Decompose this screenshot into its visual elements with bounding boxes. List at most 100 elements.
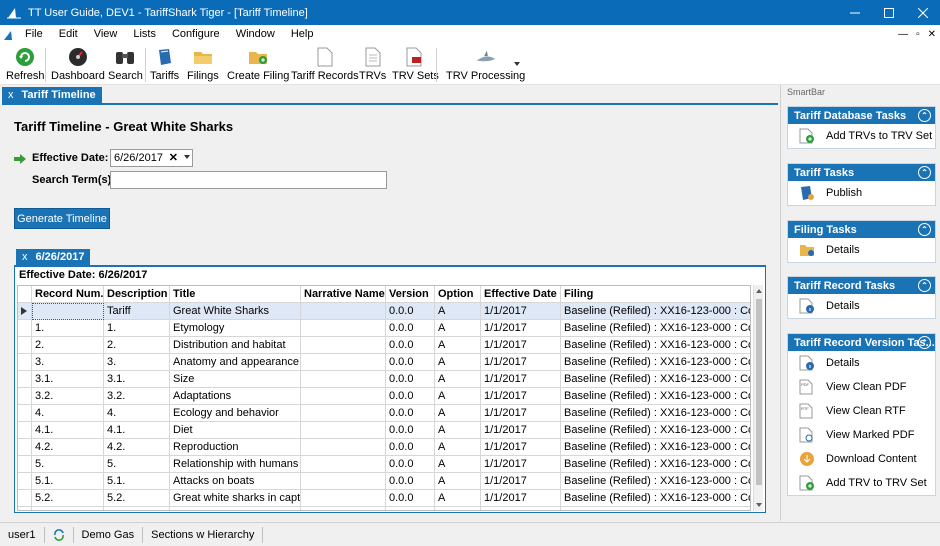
grid-cell[interactable]: Baseline (Refiled) : XX16-123-000 : Comp… xyxy=(561,439,750,456)
grid-cell[interactable]: 5. xyxy=(104,456,170,473)
table-row[interactable]: 5. 5. Relationship with humans 0.0.0 A 1/1/20… xyxy=(18,456,750,473)
column-header[interactable]: Version xyxy=(386,286,435,303)
grid-cell[interactable]: 4.1. xyxy=(104,422,170,439)
grid-cell[interactable]: 0.0.0 xyxy=(386,405,435,422)
smartbar-item[interactable]: Publish xyxy=(788,181,935,205)
grid-cell[interactable] xyxy=(301,490,386,507)
grid-cell[interactable]: 0.0.0 xyxy=(386,490,435,507)
menu-configure[interactable]: Configure xyxy=(164,25,228,44)
grid-cell[interactable] xyxy=(301,303,386,320)
minimize-button[interactable] xyxy=(838,0,872,25)
row-selector-icon[interactable] xyxy=(18,303,32,320)
smartbar-group-header[interactable]: Tariff Record Tasks ⌃ xyxy=(788,277,935,294)
grid-cell[interactable]: 0.0.0 xyxy=(386,456,435,473)
grid-cell[interactable]: A xyxy=(435,456,481,473)
table-row[interactable]: 4.1. 4.1. Diet 0.0.0 A 1/1/2017 Baseline (Refi… xyxy=(18,422,750,439)
grid-vertical-scrollbar[interactable] xyxy=(753,285,763,511)
smartbar-item[interactable]: Download Content xyxy=(788,447,935,471)
grid-cell[interactable]: Baseline (Refiled) : XX16-123-000 : Comp… xyxy=(561,303,750,320)
row-selector[interactable] xyxy=(18,439,32,456)
table-row[interactable]: 4. 4. Ecology and behavior 0.0.0 A 1/1/2017 Ba… xyxy=(18,405,750,422)
grid-cell[interactable]: 4.1. xyxy=(32,422,104,439)
result-tab-close-icon[interactable]: x xyxy=(22,251,28,263)
grid-cell[interactable]: Baseline (Refiled) : XX16-123-000 : Comp… xyxy=(561,405,750,422)
grid-cell[interactable]: 1/1/2017 xyxy=(481,507,561,510)
grid-cell[interactable]: Baseline (Refiled) : XX16-123-000 : Comp… xyxy=(561,354,750,371)
smartbar-item[interactable]: View Marked PDF xyxy=(788,423,935,447)
grid-cell[interactable]: Baseline (Refiled) : XX16-123-000 : Comp… xyxy=(561,337,750,354)
grid-cell[interactable]: Baseline (Refiled) : XX16-123-000 : Comp… xyxy=(561,507,750,510)
grid-cell[interactable]: 1/1/2017 xyxy=(481,439,561,456)
smartbar-item[interactable]: Details xyxy=(788,294,935,318)
grid-cell[interactable]: Size xyxy=(170,371,301,388)
date-dropdown-icon[interactable] xyxy=(184,155,190,159)
grid-cell[interactable]: Baseline (Refiled) : XX16-123-000 : Comp… xyxy=(561,490,750,507)
mdi-close-icon[interactable]: ✕ xyxy=(928,29,936,40)
row-selector[interactable] xyxy=(18,337,32,354)
grid-cell[interactable]: 4. xyxy=(32,405,104,422)
grid-cell[interactable]: 1/1/2017 xyxy=(481,371,561,388)
menu-lists[interactable]: Lists xyxy=(125,25,164,44)
row-selector[interactable] xyxy=(18,354,32,371)
grid-cell[interactable]: Adaptations xyxy=(170,388,301,405)
row-selector[interactable] xyxy=(18,507,32,510)
table-row[interactable]: 4.2. 4.2. Reproduction 0.0.0 A 1/1/2017 Baseli… xyxy=(18,439,750,456)
smartbar-item[interactable]: Add TRV to TRV Set xyxy=(788,471,935,495)
grid-cell[interactable]: 0.0.0 xyxy=(386,354,435,371)
table-row[interactable]: 5.3.5.3.Shark tourism0.0.0A1/1/2017Basel… xyxy=(18,507,750,510)
search-terms-input[interactable] xyxy=(110,171,387,189)
collapse-icon[interactable]: ⌃ xyxy=(918,279,931,292)
table-row[interactable]: Tariff Great White Sharks 0.0.0 A 1/1/2017 Ba… xyxy=(18,303,750,320)
grid-cell[interactable]: Relationship with humans xyxy=(170,456,301,473)
grid-cell[interactable]: A xyxy=(435,388,481,405)
collapse-icon[interactable]: ⌃ xyxy=(918,109,931,122)
grid-cell[interactable]: 1. xyxy=(32,320,104,337)
smartbar-item[interactable]: Details xyxy=(788,238,935,262)
grid-cell[interactable] xyxy=(32,303,104,320)
grid-cell[interactable]: 3.1. xyxy=(104,371,170,388)
grid-cell[interactable]: 1/1/2017 xyxy=(481,422,561,439)
grid-cell[interactable]: A xyxy=(435,439,481,456)
grid-cell[interactable]: A xyxy=(435,320,481,337)
grid-cell[interactable]: A xyxy=(435,371,481,388)
smartbar-item[interactable]: Details xyxy=(788,351,935,375)
grid-cell[interactable]: A xyxy=(435,422,481,439)
smartbar-group-header[interactable]: Filing Tasks ⌃ xyxy=(788,221,935,238)
grid-cell[interactable] xyxy=(301,337,386,354)
grid-cell[interactable]: Great White Sharks xyxy=(170,303,301,320)
grid-cell[interactable]: Great white sharks in captivity xyxy=(170,490,301,507)
grid-cell[interactable]: 1/1/2017 xyxy=(481,303,561,320)
table-row[interactable]: 5.1. 5.1. Attacks on boats 0.0.0 A 1/1/2017 Ba… xyxy=(18,473,750,490)
grid-cell[interactable]: Diet xyxy=(170,422,301,439)
scroll-thumb[interactable] xyxy=(756,299,762,485)
grid-cell[interactable]: 4.2. xyxy=(104,439,170,456)
close-button[interactable] xyxy=(906,0,940,25)
grid-cell[interactable] xyxy=(301,507,386,510)
column-header[interactable]: Filing xyxy=(561,286,750,303)
menu-help[interactable]: Help xyxy=(283,25,322,44)
column-header[interactable]: Description xyxy=(104,286,170,303)
app-menu-icon[interactable] xyxy=(3,29,17,41)
grid-cell[interactable]: 0.0.0 xyxy=(386,337,435,354)
grid-cell[interactable]: Distribution and habitat xyxy=(170,337,301,354)
grid-cell[interactable]: 0.0.0 xyxy=(386,320,435,337)
grid-cell[interactable]: 1/1/2017 xyxy=(481,473,561,490)
trv-sets-button[interactable]: TRV Sets xyxy=(392,46,439,83)
row-selector[interactable] xyxy=(18,405,32,422)
grid-cell[interactable]: Baseline (Refiled) : XX16-123-000 : Comp… xyxy=(561,456,750,473)
filings-button[interactable]: Filings xyxy=(187,46,219,83)
grid-cell[interactable]: Baseline (Refiled) : XX16-123-000 : Comp… xyxy=(561,473,750,490)
menu-edit[interactable]: Edit xyxy=(51,25,86,44)
column-header[interactable] xyxy=(18,286,32,303)
tab-close-icon[interactable]: x xyxy=(8,89,14,101)
table-row[interactable]: 3. 3. Anatomy and appearance 0.0.0 A 1/1/2017… xyxy=(18,354,750,371)
trvs-button[interactable]: TRVs xyxy=(359,46,386,83)
grid-cell[interactable]: 4.2. xyxy=(32,439,104,456)
table-row[interactable]: 5.2.5.2.Great white sharks in captivity0… xyxy=(18,490,750,507)
grid-cell[interactable]: Baseline (Refiled) : XX16-123-000 : Comp… xyxy=(561,371,750,388)
maximize-button[interactable] xyxy=(872,0,906,25)
grid-cell[interactable] xyxy=(301,439,386,456)
grid-cell[interactable]: 2. xyxy=(104,337,170,354)
grid-cell[interactable]: 1/1/2017 xyxy=(481,456,561,473)
grid-cell[interactable]: 4. xyxy=(104,405,170,422)
